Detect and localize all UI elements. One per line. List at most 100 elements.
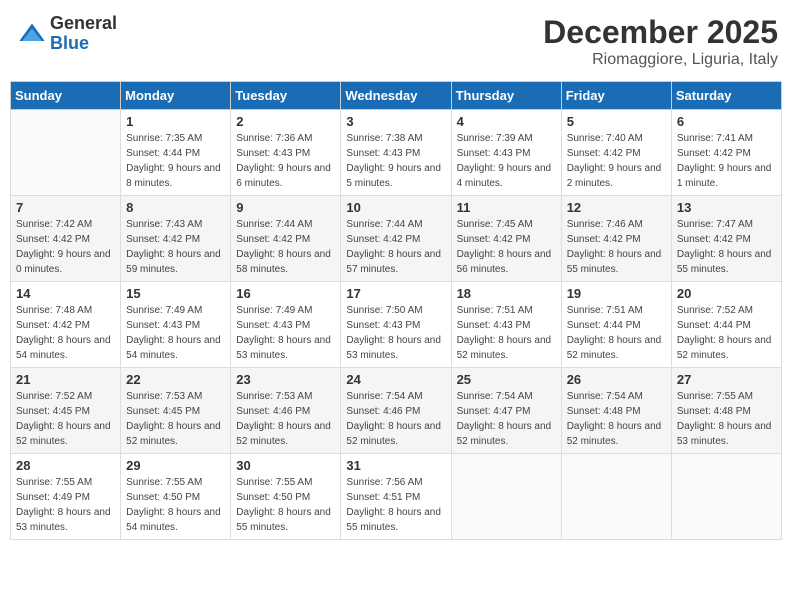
weekday-header-thursday: Thursday — [451, 82, 561, 110]
weekday-header-tuesday: Tuesday — [231, 82, 341, 110]
calendar-cell: 7Sunrise: 7:42 AMSunset: 4:42 PMDaylight… — [11, 196, 121, 282]
day-number: 11 — [457, 200, 556, 215]
day-number: 22 — [126, 372, 225, 387]
calendar-cell: 19Sunrise: 7:51 AMSunset: 4:44 PMDayligh… — [561, 282, 671, 368]
day-info: Sunrise: 7:53 AMSunset: 4:45 PMDaylight:… — [126, 389, 225, 449]
day-info: Sunrise: 7:49 AMSunset: 4:43 PMDaylight:… — [236, 303, 335, 363]
calendar-table: SundayMondayTuesdayWednesdayThursdayFrid… — [10, 81, 782, 540]
day-info: Sunrise: 7:55 AMSunset: 4:48 PMDaylight:… — [677, 389, 776, 449]
day-info: Sunrise: 7:56 AMSunset: 4:51 PMDaylight:… — [346, 475, 445, 535]
day-number: 15 — [126, 286, 225, 301]
calendar-cell — [671, 454, 781, 540]
calendar-week-row: 21 Sunrise: 7:52 AMSunset: 4:45 PMDayligh… — [11, 368, 782, 454]
calendar-week-row: 14 Sunrise: 7:48 AMSunset: 4:42 PMDayligh… — [11, 282, 782, 368]
calendar-cell: 25 Sunrise: 7:54 AMSunset: 4:47 PMDayligh… — [451, 368, 561, 454]
calendar-cell: 10 Sunrise: 7:44 AMSunset: 4:42 PMDayligh… — [341, 196, 451, 282]
day-number: 25 — [457, 372, 556, 387]
day-number: 30 — [236, 458, 335, 473]
calendar-cell: 30 Sunrise: 7:55 AMSunset: 4:50 PMDayligh… — [231, 454, 341, 540]
day-info: Sunrise: 7:42 AMSunset: 4:42 PMDaylight:… — [16, 217, 115, 277]
calendar-cell: 5Sunrise: 7:40 AMSunset: 4:42 PMDaylight… — [561, 110, 671, 196]
calendar-cell: 20 Sunrise: 7:52 AMSunset: 4:44 PMDayligh… — [671, 282, 781, 368]
day-info: Sunrise: 7:45 AMSunset: 4:42 PMDaylight:… — [457, 217, 556, 277]
day-number: 17 — [346, 286, 445, 301]
day-number: 1 — [126, 114, 225, 129]
calendar-cell: 22 Sunrise: 7:53 AMSunset: 4:45 PMDayligh… — [121, 368, 231, 454]
calendar-cell: 31 Sunrise: 7:56 AMSunset: 4:51 PMDayligh… — [341, 454, 451, 540]
calendar-header-row: SundayMondayTuesdayWednesdayThursdayFrid… — [11, 82, 782, 110]
day-number: 12 — [567, 200, 666, 215]
calendar-cell: 28 Sunrise: 7:55 AMSunset: 4:49 PMDayligh… — [11, 454, 121, 540]
day-info: Sunrise: 7:48 AMSunset: 4:42 PMDaylight:… — [16, 303, 115, 363]
calendar-week-row: 7Sunrise: 7:42 AMSunset: 4:42 PMDaylight… — [11, 196, 782, 282]
day-info: Sunrise: 7:53 AMSunset: 4:46 PMDaylight:… — [236, 389, 335, 449]
calendar-cell: 21 Sunrise: 7:52 AMSunset: 4:45 PMDayligh… — [11, 368, 121, 454]
day-number: 13 — [677, 200, 776, 215]
location-title: Riomaggiore, Liguria, Italy — [543, 51, 778, 69]
month-title: December 2025 — [543, 14, 778, 51]
calendar-cell: 3 Sunrise: 7:38 AMSunset: 4:43 PMDaylight… — [341, 110, 451, 196]
calendar-cell: 18 Sunrise: 7:51 AMSunset: 4:43 PMDayligh… — [451, 282, 561, 368]
day-number: 26 — [567, 372, 666, 387]
day-info: Sunrise: 7:44 AMSunset: 4:42 PMDaylight:… — [236, 217, 335, 277]
day-info: Sunrise: 7:49 AMSunset: 4:43 PMDaylight:… — [126, 303, 225, 363]
day-number: 31 — [346, 458, 445, 473]
day-number: 18 — [457, 286, 556, 301]
day-number: 8 — [126, 200, 225, 215]
calendar-cell: 12 Sunrise: 7:46 AMSunset: 4:42 PMDayligh… — [561, 196, 671, 282]
day-info: Sunrise: 7:44 AMSunset: 4:42 PMDaylight:… — [346, 217, 445, 277]
day-info: Sunrise: 7:55 AMSunset: 4:50 PMDaylight:… — [126, 475, 225, 535]
day-number: 6 — [677, 114, 776, 129]
day-info: Sunrise: 7:52 AMSunset: 4:44 PMDaylight:… — [677, 303, 776, 363]
day-info: Sunrise: 7:50 AMSunset: 4:43 PMDaylight:… — [346, 303, 445, 363]
day-number: 2 — [236, 114, 335, 129]
day-info: Sunrise: 7:52 AMSunset: 4:45 PMDaylight:… — [16, 389, 115, 449]
day-info: Sunrise: 7:54 AMSunset: 4:47 PMDaylight:… — [457, 389, 556, 449]
day-info: Sunrise: 7:51 AMSunset: 4:43 PMDaylight:… — [457, 303, 556, 363]
day-number: 20 — [677, 286, 776, 301]
logo-general-text: General — [50, 14, 117, 34]
day-number: 10 — [346, 200, 445, 215]
day-info: Sunrise: 7:38 AMSunset: 4:43 PMDaylight:… — [346, 131, 445, 191]
calendar-cell: 23 Sunrise: 7:53 AMSunset: 4:46 PMDayligh… — [231, 368, 341, 454]
day-number: 3 — [346, 114, 445, 129]
logo-icon — [18, 20, 46, 48]
calendar-cell: 14 Sunrise: 7:48 AMSunset: 4:42 PMDayligh… — [11, 282, 121, 368]
calendar-cell: 13Sunrise: 7:47 AMSunset: 4:42 PMDayligh… — [671, 196, 781, 282]
day-number: 29 — [126, 458, 225, 473]
day-number: 24 — [346, 372, 445, 387]
logo: General Blue — [18, 14, 117, 54]
weekday-header-wednesday: Wednesday — [341, 82, 451, 110]
weekday-header-sunday: Sunday — [11, 82, 121, 110]
day-info: Sunrise: 7:40 AMSunset: 4:42 PMDaylight:… — [567, 131, 666, 191]
calendar-cell: 15 Sunrise: 7:49 AMSunset: 4:43 PMDayligh… — [121, 282, 231, 368]
weekday-header-monday: Monday — [121, 82, 231, 110]
day-info: Sunrise: 7:39 AMSunset: 4:43 PMDaylight:… — [457, 131, 556, 191]
day-number: 9 — [236, 200, 335, 215]
day-number: 4 — [457, 114, 556, 129]
calendar-week-row: 1 Sunrise: 7:35 AMSunset: 4:44 PMDaylight… — [11, 110, 782, 196]
day-number: 28 — [16, 458, 115, 473]
calendar-cell: 24Sunrise: 7:54 AMSunset: 4:46 PMDayligh… — [341, 368, 451, 454]
day-number: 14 — [16, 286, 115, 301]
page-header: General Blue December 2025 Riomaggiore, … — [10, 10, 782, 73]
logo-blue-text: Blue — [50, 34, 117, 54]
calendar-cell: 1 Sunrise: 7:35 AMSunset: 4:44 PMDaylight… — [121, 110, 231, 196]
day-info: Sunrise: 7:55 AMSunset: 4:49 PMDaylight:… — [16, 475, 115, 535]
weekday-header-friday: Friday — [561, 82, 671, 110]
calendar-week-row: 28 Sunrise: 7:55 AMSunset: 4:49 PMDayligh… — [11, 454, 782, 540]
calendar-cell: 16Sunrise: 7:49 AMSunset: 4:43 PMDayligh… — [231, 282, 341, 368]
day-info: Sunrise: 7:35 AMSunset: 4:44 PMDaylight:… — [126, 131, 225, 191]
day-info: Sunrise: 7:46 AMSunset: 4:42 PMDaylight:… — [567, 217, 666, 277]
calendar-cell — [561, 454, 671, 540]
day-info: Sunrise: 7:51 AMSunset: 4:44 PMDaylight:… — [567, 303, 666, 363]
logo-text: General Blue — [50, 14, 117, 54]
day-number: 23 — [236, 372, 335, 387]
calendar-cell: 11 Sunrise: 7:45 AMSunset: 4:42 PMDayligh… — [451, 196, 561, 282]
day-number: 21 — [16, 372, 115, 387]
day-info: Sunrise: 7:55 AMSunset: 4:50 PMDaylight:… — [236, 475, 335, 535]
day-info: Sunrise: 7:36 AMSunset: 4:43 PMDaylight:… — [236, 131, 335, 191]
day-number: 27 — [677, 372, 776, 387]
calendar-cell: 17 Sunrise: 7:50 AMSunset: 4:43 PMDayligh… — [341, 282, 451, 368]
calendar-cell — [11, 110, 121, 196]
